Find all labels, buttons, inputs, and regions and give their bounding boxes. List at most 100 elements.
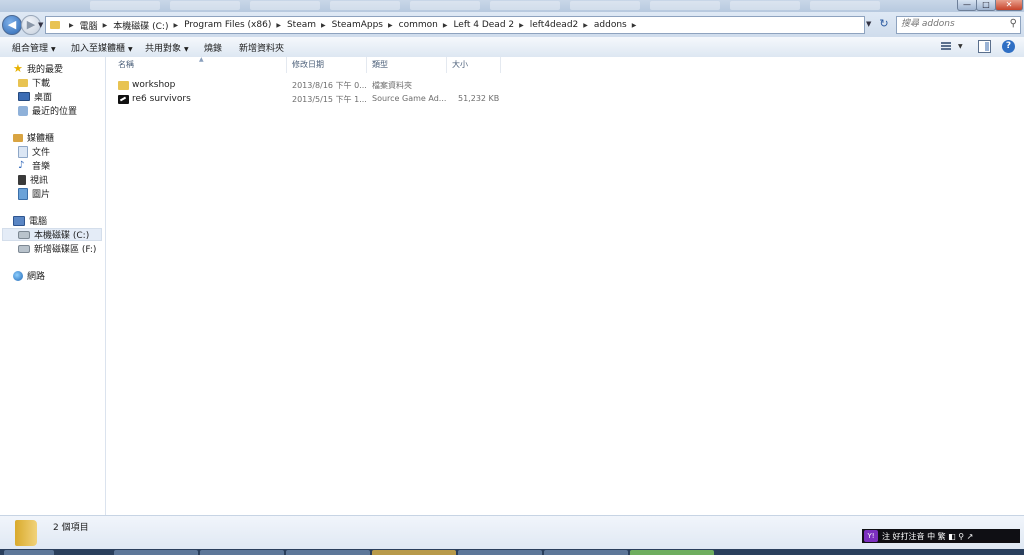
- ime-toolbar[interactable]: Y! 注 好打注音 中 繁 ◧ ⚲ ↗: [862, 529, 1020, 543]
- address-bar[interactable]: ▶ 電腦 ▶ 本機磁碟 (C:) ▶ Program Files (x86) ▶…: [45, 16, 865, 34]
- maximize-button[interactable]: □: [976, 0, 996, 11]
- organize-label: 組合管理: [12, 44, 49, 54]
- background-window-tab[interactable]: [250, 1, 320, 10]
- breadcrumb-separator-icon[interactable]: ▶: [276, 22, 281, 29]
- new-folder-button[interactable]: 新增資料夾: [239, 41, 284, 54]
- share-with-label: 共用對象: [145, 44, 182, 54]
- background-window-tab[interactable]: [810, 1, 880, 10]
- command-bar: 組合管理 ▼ 加入至媒體櫃 ▼ 共用對象 ▼ 燒錄 新增資料夾 ▼ ?: [0, 37, 1024, 58]
- breadcrumb-item[interactable]: common: [399, 20, 438, 30]
- change-view-icon[interactable]: [939, 40, 953, 52]
- breadcrumb-separator-icon[interactable]: ▶: [443, 22, 448, 29]
- column-header-date[interactable]: 修改日期: [292, 59, 324, 70]
- nav-label: 最近的位置: [32, 107, 78, 117]
- folder-icon: [50, 21, 60, 29]
- star-icon: ★: [13, 61, 23, 75]
- file-date: 2013/8/16 下午 0...: [292, 81, 367, 90]
- nav-item-music[interactable]: ♪ 音樂: [18, 159, 50, 172]
- breadcrumb-separator-icon[interactable]: ▶: [583, 22, 588, 29]
- close-button[interactable]: ✕: [995, 0, 1023, 11]
- nav-libraries[interactable]: 媒體櫃: [13, 131, 54, 144]
- background-window-tab[interactable]: [490, 1, 560, 10]
- taskbar-button[interactable]: [114, 550, 198, 555]
- search-input[interactable]: [897, 17, 1005, 31]
- nav-item-recent-places[interactable]: 最近的位置: [18, 104, 77, 117]
- column-divider[interactable]: [500, 57, 501, 73]
- breadcrumb-item[interactable]: 本機磁碟 (C:): [113, 19, 168, 32]
- include-in-library-menu[interactable]: 加入至媒體櫃 ▼: [71, 41, 133, 54]
- breadcrumb-item[interactable]: 電腦: [80, 19, 98, 32]
- file-row[interactable]: re6 survivors 2013/5/15 下午 1... Source G…: [118, 93, 508, 106]
- nav-item-local-disk-c[interactable]: 本機磁碟 (C:): [2, 228, 102, 241]
- share-with-menu[interactable]: 共用對象 ▼: [145, 41, 189, 54]
- breadcrumb: ▶ 電腦 ▶ 本機磁碟 (C:) ▶ Program Files (x86) ▶…: [50, 17, 642, 33]
- background-window-tab[interactable]: [570, 1, 640, 10]
- vpk-file-icon: [118, 95, 129, 104]
- file-size: 51,232 KB: [458, 94, 500, 103]
- minimize-button[interactable]: —: [957, 0, 977, 11]
- file-row[interactable]: workshop 2013/8/16 下午 0... 檔案資料夾: [118, 79, 508, 92]
- refresh-icon[interactable]: ↻: [877, 16, 891, 32]
- address-dropdown[interactable]: ▼: [866, 20, 871, 28]
- taskbar-button[interactable]: [544, 550, 628, 555]
- background-window-tab[interactable]: [410, 1, 480, 10]
- breadcrumb-separator-icon[interactable]: ▶: [519, 22, 524, 29]
- background-window-tab[interactable]: [170, 1, 240, 10]
- nav-favorites[interactable]: ★ 我的最愛: [13, 61, 63, 76]
- nav-item-volume-f[interactable]: 新增磁碟區 (F:): [18, 242, 96, 255]
- taskbar-button[interactable]: [200, 550, 284, 555]
- nav-item-desktop[interactable]: 桌面: [18, 90, 52, 103]
- breadcrumb-separator-icon[interactable]: ▶: [173, 22, 178, 29]
- breadcrumb-item[interactable]: Left 4 Dead 2: [453, 20, 514, 30]
- column-divider[interactable]: [446, 57, 447, 73]
- nav-label: 音樂: [32, 162, 51, 172]
- background-window-tab[interactable]: [650, 1, 720, 10]
- breadcrumb-separator-icon[interactable]: ▶: [321, 22, 326, 29]
- forward-arrow-icon: ▶: [26, 18, 36, 31]
- help-icon[interactable]: ?: [1002, 40, 1015, 53]
- column-header-size[interactable]: 大小: [452, 59, 468, 70]
- preview-pane-icon[interactable]: [978, 40, 991, 53]
- background-window-tab[interactable]: [730, 1, 800, 10]
- nav-network[interactable]: 網路: [13, 269, 45, 282]
- breadcrumb-item[interactable]: Steam: [287, 20, 316, 30]
- taskbar-button[interactable]: [372, 550, 456, 555]
- nav-label: 視訊: [30, 176, 49, 186]
- breadcrumb-item[interactable]: addons: [594, 20, 627, 30]
- chevron-down-icon: ▼: [184, 46, 189, 53]
- organize-menu[interactable]: 組合管理 ▼: [12, 41, 56, 54]
- breadcrumb-separator-icon[interactable]: ▶: [632, 22, 637, 29]
- recent-pages-dropdown[interactable]: ▼: [38, 21, 43, 29]
- taskbar-button[interactable]: [4, 550, 54, 555]
- column-divider[interactable]: [366, 57, 367, 73]
- taskbar-button[interactable]: [630, 550, 714, 555]
- breadcrumb-item[interactable]: SteamApps: [332, 20, 383, 30]
- background-window-tab[interactable]: [90, 1, 160, 10]
- search-box: ⚲: [896, 16, 1021, 34]
- nav-item-pictures[interactable]: 圖片: [18, 187, 50, 200]
- nav-item-downloads[interactable]: 下載: [18, 76, 50, 89]
- search-icon[interactable]: ⚲: [1010, 18, 1017, 29]
- file-name: workshop: [132, 80, 176, 90]
- nav-label: 電腦: [29, 217, 48, 227]
- nav-computer[interactable]: 電腦: [13, 214, 47, 227]
- column-divider[interactable]: [286, 57, 287, 73]
- taskbar: [0, 549, 1024, 555]
- breadcrumb-item[interactable]: Program Files (x86): [184, 20, 271, 30]
- breadcrumb-item[interactable]: left4dead2: [530, 20, 579, 30]
- back-button[interactable]: ◀: [2, 15, 22, 35]
- view-options-dropdown[interactable]: ▼: [958, 43, 963, 50]
- navigation-pane: ★ 我的最愛 下載 桌面 最近的位置 媒體櫃 文件 ♪ 音樂 視訊 圖片 電腦 本機…: [0, 57, 106, 515]
- taskbar-button[interactable]: [458, 550, 542, 555]
- column-header-type[interactable]: 類型: [372, 59, 388, 70]
- burn-button[interactable]: 燒錄: [204, 41, 222, 54]
- nav-item-videos[interactable]: 視訊: [18, 173, 48, 186]
- background-window-tab[interactable]: [330, 1, 400, 10]
- taskbar-button[interactable]: [286, 550, 370, 555]
- folder-icon: [118, 81, 129, 90]
- breadcrumb-separator-icon[interactable]: ▶: [103, 22, 108, 29]
- nav-item-documents[interactable]: 文件: [18, 145, 50, 158]
- breadcrumb-separator-icon[interactable]: ▶: [388, 22, 393, 29]
- breadcrumb-separator-icon[interactable]: ▶: [69, 22, 74, 29]
- column-header-name[interactable]: 名稱: [118, 59, 134, 70]
